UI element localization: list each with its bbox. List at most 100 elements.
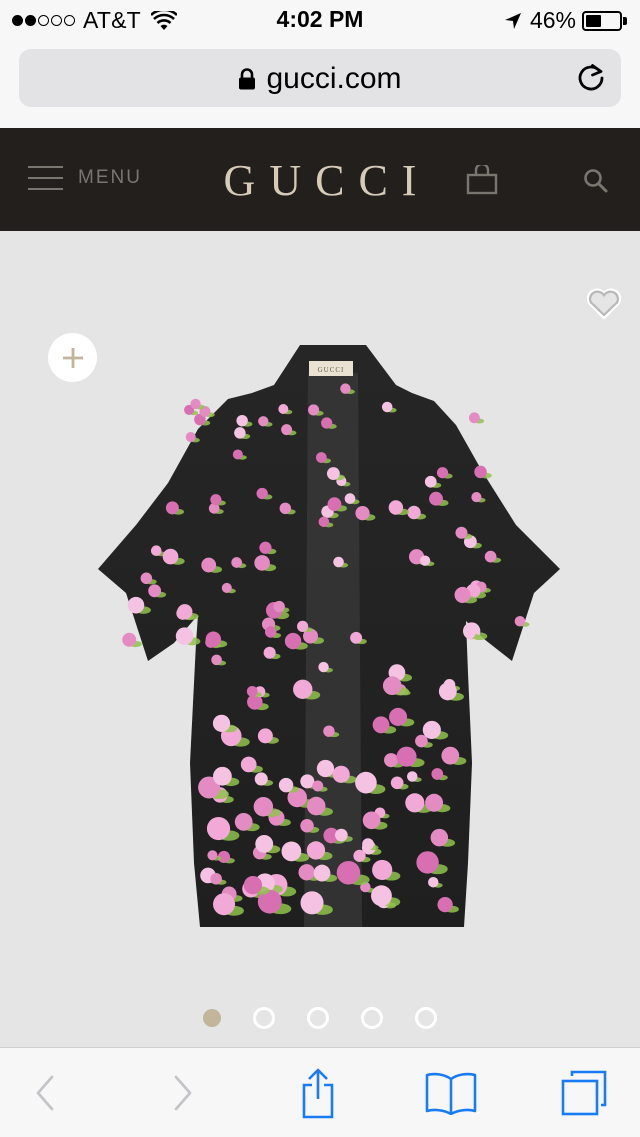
rose xyxy=(321,417,333,429)
rose xyxy=(312,780,324,792)
rose xyxy=(333,556,344,568)
rose xyxy=(279,502,292,515)
rose xyxy=(318,661,329,673)
rose xyxy=(298,864,315,881)
rose xyxy=(362,811,381,830)
add-button[interactable] xyxy=(48,333,97,382)
rose xyxy=(162,548,179,565)
rose xyxy=(306,796,326,816)
rose xyxy=(254,772,268,786)
rose xyxy=(293,679,313,700)
rose xyxy=(425,793,444,812)
tabs-icon xyxy=(561,1070,607,1115)
rose xyxy=(464,627,476,639)
rose xyxy=(281,841,302,862)
rose xyxy=(429,491,443,506)
rose xyxy=(236,414,248,427)
status-right: 46% xyxy=(504,7,628,34)
heart-icon[interactable] xyxy=(586,288,622,320)
rose xyxy=(390,776,404,790)
rose xyxy=(127,596,145,614)
rose xyxy=(300,774,315,789)
battery-percent: 46% xyxy=(529,7,576,33)
tabs-button[interactable] xyxy=(556,1048,612,1137)
rose xyxy=(175,627,194,645)
rose xyxy=(419,555,431,566)
rose xyxy=(362,838,374,850)
address-bar-area: gucci.com xyxy=(0,40,640,129)
rose xyxy=(436,467,449,479)
url-text: gucci.com xyxy=(266,62,402,95)
rose xyxy=(221,582,232,593)
chevron-left-icon xyxy=(36,1075,54,1110)
rose xyxy=(353,849,366,862)
search-icon[interactable] xyxy=(583,168,609,194)
rose xyxy=(428,876,439,888)
rose xyxy=(381,401,393,413)
rose xyxy=(340,383,351,394)
reload-icon[interactable] xyxy=(577,62,605,92)
rose xyxy=(308,404,320,416)
rose xyxy=(422,720,441,740)
rose xyxy=(254,555,270,571)
gucci-logo[interactable]: GUCCI xyxy=(0,155,640,206)
rose xyxy=(278,404,289,415)
product-gallery: GUCCI xyxy=(0,231,640,1047)
rose xyxy=(384,753,399,768)
rose xyxy=(122,632,137,647)
rose xyxy=(212,714,231,732)
rose xyxy=(190,398,201,410)
forward-button[interactable] xyxy=(158,1048,208,1137)
rose xyxy=(371,885,392,907)
carousel-dot[interactable] xyxy=(203,1009,221,1027)
shopping-bag-icon[interactable] xyxy=(466,165,498,195)
rose xyxy=(355,505,370,521)
rose xyxy=(213,893,236,916)
product-image[interactable]: GUCCI xyxy=(96,343,562,928)
rose xyxy=(210,872,222,885)
battery-icon xyxy=(582,10,628,31)
rose xyxy=(335,828,348,842)
rose xyxy=(332,765,350,783)
status-bar: AT&T 4:02 PM 46% xyxy=(0,0,640,40)
rose xyxy=(177,604,193,620)
rose xyxy=(468,412,480,424)
rose xyxy=(430,828,449,847)
rose xyxy=(441,746,460,765)
rose xyxy=(205,631,222,647)
rose xyxy=(372,859,393,881)
rose xyxy=(306,841,326,860)
rose xyxy=(471,492,482,503)
bookmarks-icon xyxy=(425,1072,477,1115)
rose xyxy=(140,572,153,585)
back-button[interactable] xyxy=(20,1048,70,1137)
carousel-dot[interactable] xyxy=(415,1007,437,1029)
rose xyxy=(281,424,293,436)
rose xyxy=(256,487,268,500)
carousel-dot[interactable] xyxy=(361,1007,383,1029)
rose xyxy=(284,632,302,650)
rose xyxy=(431,768,444,780)
chevron-right-icon xyxy=(174,1075,192,1110)
neck-label-text: GUCCI xyxy=(318,366,345,374)
share-button[interactable] xyxy=(292,1048,344,1137)
rose xyxy=(416,851,439,874)
rose xyxy=(278,777,294,793)
rose xyxy=(300,819,314,833)
rose xyxy=(454,586,471,603)
rose xyxy=(372,716,390,734)
address-bar[interactable]: gucci.com xyxy=(19,49,621,107)
rose xyxy=(232,449,243,460)
rose xyxy=(253,797,274,817)
bookmarks-button[interactable] xyxy=(422,1048,480,1137)
rose xyxy=(474,465,487,479)
rose xyxy=(323,725,335,737)
browser-toolbar xyxy=(0,1047,640,1137)
share-icon xyxy=(302,1068,334,1118)
rose xyxy=(437,896,453,913)
rose xyxy=(344,493,356,504)
carousel-dot[interactable] xyxy=(253,1007,275,1029)
rose xyxy=(315,452,327,463)
plus-icon xyxy=(62,347,83,368)
carousel-dot[interactable] xyxy=(307,1007,329,1029)
